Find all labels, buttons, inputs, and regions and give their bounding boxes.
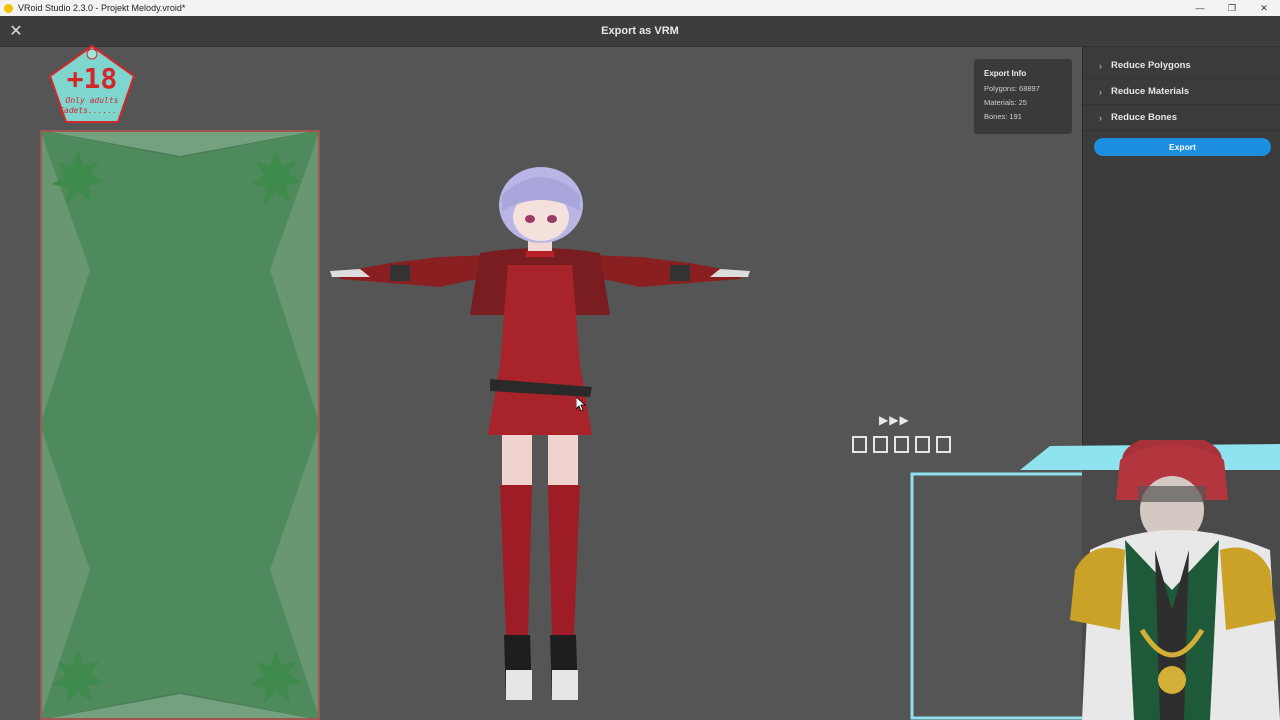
box-icon <box>894 436 909 453</box>
window-close-button[interactable]: ✕ <box>1248 0 1280 16</box>
reduce-polygons-item[interactable]: › Reduce Polygons <box>1083 53 1280 79</box>
character-model[interactable] <box>330 165 750 710</box>
play-arrows-icon: ▶▶▶ <box>879 413 910 427</box>
chevron-right-icon: › <box>1099 86 1102 97</box>
window-controls: — ❐ ✕ <box>1184 0 1280 16</box>
app-header: ✕ Export as VRM <box>0 16 1280 47</box>
webcam-overlay <box>910 440 1280 720</box>
export-info-title: Export Info <box>984 69 1027 78</box>
chevron-right-icon: › <box>1099 112 1102 123</box>
accordion-label: Reduce Bones <box>1111 112 1177 123</box>
minimize-button[interactable]: — <box>1184 0 1216 16</box>
materials-count: Materials: 25 <box>984 98 1027 107</box>
reduce-materials-item[interactable]: › Reduce Materials <box>1083 79 1280 105</box>
maximize-button[interactable]: ❐ <box>1216 0 1248 16</box>
age-badge-icon: +18 Only adults Cadets...... <box>48 44 136 123</box>
badge-line-2: Cadets...... <box>59 106 117 115</box>
accordion-label: Reduce Polygons <box>1111 60 1191 71</box>
box-icon <box>873 436 888 453</box>
app-logo-icon <box>4 3 13 13</box>
reduce-bones-item[interactable]: › Reduce Bones <box>1083 105 1280 131</box>
badge-line-1: Only adults <box>66 96 119 105</box>
polygons-count: Polygons: 68897 <box>984 84 1040 93</box>
page-title: Export as VRM <box>601 25 679 37</box>
accordion-label: Reduce Materials <box>1111 86 1190 97</box>
mouse-cursor-icon <box>576 397 586 411</box>
export-button[interactable]: Export <box>1094 138 1271 156</box>
bones-count: Bones: 191 <box>984 112 1022 121</box>
window-titlebar: VRoid Studio 2.3.0 - Projekt Melody.vroi… <box>0 0 1280 16</box>
decorative-card <box>40 130 320 720</box>
window-title: VRoid Studio 2.3.0 - Projekt Melody.vroi… <box>18 3 186 13</box>
export-info-panel: Export Info Polygons: 68897 Materials: 2… <box>974 59 1072 134</box>
badge-number: +18 <box>67 62 118 95</box>
box-icon <box>852 436 867 453</box>
chevron-right-icon: › <box>1099 60 1102 71</box>
